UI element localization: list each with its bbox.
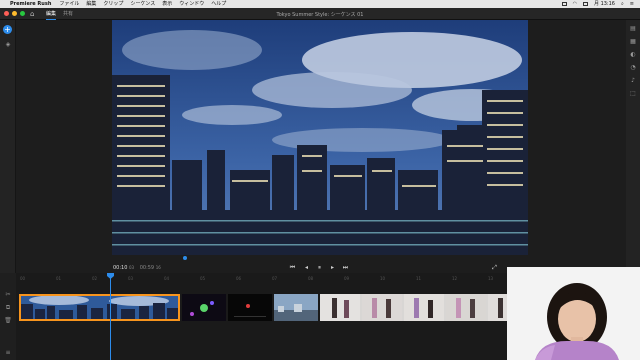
- clip-thumbnail: [234, 304, 266, 317]
- duplicate-icon[interactable]: ⧉: [4, 304, 12, 312]
- duration: 00:59: [139, 265, 155, 271]
- ruler-tick: 05: [200, 276, 206, 281]
- clip-thumbnail: [190, 301, 214, 316]
- step-forward-icon[interactable]: ▸: [328, 263, 337, 272]
- wifi-icon[interactable]: ◠: [573, 0, 577, 8]
- ruler-tick: 04: [164, 276, 170, 281]
- preview-scrub-handle[interactable]: [183, 256, 187, 260]
- program-monitor[interactable]: [112, 20, 528, 255]
- ruler-tick: 07: [272, 276, 278, 281]
- ruler-tick: 13: [488, 276, 494, 281]
- ruler-tick: 06: [236, 276, 242, 281]
- clock[interactable]: 月 13:16: [594, 0, 615, 8]
- menu-view[interactable]: 表示: [162, 0, 172, 8]
- ruler-tick: 11: [416, 276, 422, 281]
- step-back-icon[interactable]: ◂: [302, 263, 311, 272]
- presenter-webcam: [507, 267, 640, 360]
- timeline-playhead[interactable]: [110, 273, 111, 360]
- go-to-end-icon[interactable]: ⏭: [341, 263, 350, 272]
- ruler-tick: 09: [344, 276, 350, 281]
- clip-thumbnail: [274, 304, 318, 321]
- document-title: Tokyo Summer Style: シーケンス 01: [276, 12, 364, 18]
- transitions-icon[interactable]: ▦: [629, 38, 637, 46]
- ruler-tick: 08: [308, 276, 314, 281]
- ruler-tick: 01: [56, 276, 62, 281]
- current-time: 00:10: [113, 265, 128, 271]
- menu-window[interactable]: ウィンドウ: [179, 0, 204, 8]
- layers-icon[interactable]: ◈: [4, 41, 12, 49]
- pause-icon[interactable]: ⏸: [315, 263, 324, 272]
- current-frames: 03: [129, 265, 135, 270]
- fullscreen-icon[interactable]: ⤢: [490, 263, 499, 272]
- mac-menu-bar: Premiere Rush ファイル 編集 クリップ シーケンス 表示 ウィンド…: [0, 0, 640, 8]
- ruler-tick: 03: [128, 276, 134, 281]
- clip-city-day[interactable]: [274, 294, 318, 321]
- menu-app-name[interactable]: Premiere Rush: [10, 0, 51, 8]
- app-title-bar: ⌂ 編集 共有 Tokyo Summer Style: シーケンス 01: [0, 8, 640, 20]
- preview-frame-tokyo-skyline: [112, 20, 528, 255]
- titles-icon[interactable]: ▤: [629, 25, 637, 33]
- menu-list-icon[interactable]: ≡: [630, 0, 634, 8]
- clip-tokyo-skyline[interactable]: [19, 294, 180, 321]
- battery-icon[interactable]: [582, 2, 588, 6]
- go-to-start-icon[interactable]: ⏮: [288, 263, 297, 272]
- menu-sequence[interactable]: シーケンス: [130, 0, 155, 8]
- speed-icon[interactable]: ◔: [629, 64, 637, 72]
- track-menu-icon[interactable]: ≡: [4, 349, 12, 357]
- transform-icon[interactable]: ⬚: [629, 90, 637, 98]
- clip-night-neon[interactable]: [182, 294, 226, 321]
- audio-icon[interactable]: ♪: [629, 77, 637, 85]
- ruler-tick: 10: [380, 276, 386, 281]
- ruler-tick: 00: [20, 276, 26, 281]
- menu-edit[interactable]: 編集: [86, 0, 96, 8]
- timecode-display: 00:10 03 00:59 16: [113, 265, 161, 271]
- duration-frames: 16: [155, 265, 161, 270]
- menu-file[interactable]: ファイル: [59, 0, 79, 8]
- menu-clip[interactable]: クリップ: [103, 0, 123, 8]
- premiere-rush-window: Premiere Rush ファイル 編集 クリップ シーケンス 表示 ウィンド…: [0, 0, 640, 360]
- clip-thumbnail: [19, 294, 180, 321]
- ruler-tick: 02: [92, 276, 98, 281]
- presenter-image: [507, 267, 640, 360]
- status-area: ◠ 月 13:16 ⌕ ≡: [561, 0, 634, 8]
- add-media-button[interactable]: +: [3, 25, 12, 34]
- clip-dark-stage[interactable]: [228, 294, 272, 321]
- search-icon[interactable]: ⌕: [621, 0, 624, 8]
- color-icon[interactable]: ◐: [629, 51, 637, 59]
- ruler-tick: 12: [452, 276, 458, 281]
- scissors-icon[interactable]: ✂: [4, 291, 12, 299]
- timeline-tools: ✂ ⧉ 🗑 ≡: [0, 273, 16, 360]
- trash-icon[interactable]: 🗑: [4, 317, 12, 325]
- right-toolbar: ▤ ▦ ◐ ◔ ♪ ⬚: [626, 20, 640, 270]
- display-icon[interactable]: [561, 2, 567, 6]
- menu-help[interactable]: ヘルプ: [211, 0, 226, 8]
